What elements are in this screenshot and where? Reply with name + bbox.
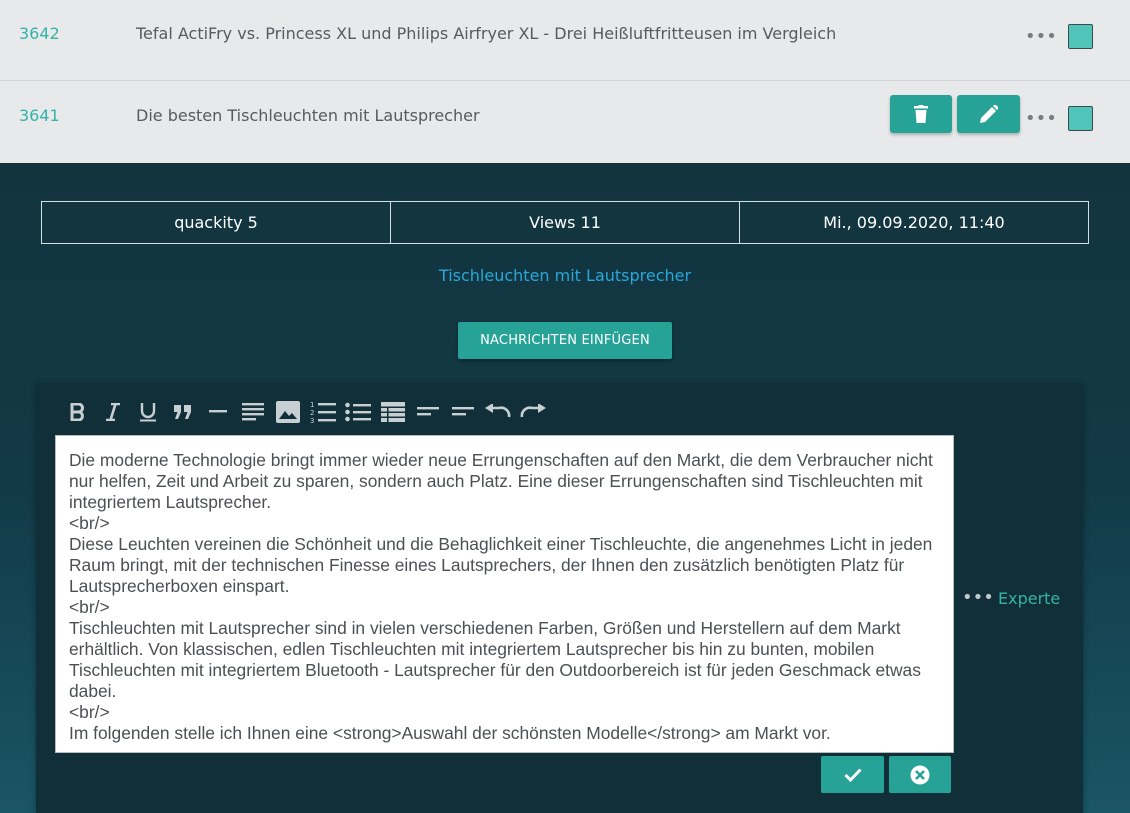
image-icon[interactable] (270, 397, 305, 427)
table-icon[interactable] (375, 397, 410, 427)
article-title[interactable]: Die besten Tischleuchten mit Lautspreche… (136, 106, 480, 125)
more-options-icon[interactable]: ••• (1025, 110, 1057, 128)
confirm-button[interactable] (821, 756, 884, 793)
svg-text:2: 2 (310, 409, 314, 417)
article-info-table: quackity 5 Views 11 Mi., 09.09.2020, 11:… (41, 201, 1089, 244)
ordered-list-icon[interactable]: 123 (305, 397, 340, 427)
expert-mode-link[interactable]: Experte (998, 589, 1060, 608)
views-cell: Views 11 (391, 202, 740, 243)
check-icon (843, 767, 862, 782)
article-title[interactable]: Tefal ActiFry vs. Princess XL und Philip… (136, 24, 836, 43)
edit-button[interactable] (957, 95, 1020, 133)
post-title-link-text[interactable]: Tischleuchten mit Lautsprecher (439, 266, 691, 285)
article-id-link[interactable]: 3642 (19, 24, 60, 43)
list-item[interactable]: 3641 Die besten Tischleuchten mit Lautsp… (0, 82, 1130, 163)
svg-text:1: 1 (310, 401, 314, 409)
align-right-icon[interactable] (445, 397, 480, 427)
post-title-link[interactable]: Tischleuchten mit Lautsprecher (0, 266, 1130, 285)
undo-icon[interactable] (480, 397, 515, 427)
horizontal-rule-icon[interactable] (200, 397, 235, 427)
editor-toolbar: 123 (60, 397, 550, 427)
expert-options-icon[interactable]: ••• (962, 589, 994, 607)
more-options-icon[interactable]: ••• (1025, 28, 1057, 46)
editor-textarea[interactable]: Die moderne Technologie bringt immer wie… (55, 435, 954, 753)
bold-icon[interactable] (60, 397, 95, 427)
date-cell: Mi., 09.09.2020, 11:40 (823, 213, 1005, 232)
trash-icon (914, 105, 928, 123)
list-item[interactable]: 3642 Tefal ActiFry vs. Princess XL und P… (0, 0, 1130, 81)
quote-icon[interactable] (165, 397, 200, 427)
article-list: 3642 Tefal ActiFry vs. Princess XL und P… (0, 0, 1130, 163)
align-justify-icon[interactable] (235, 397, 270, 427)
align-left-icon[interactable] (410, 397, 445, 427)
row-checkbox[interactable] (1068, 24, 1093, 49)
italic-icon[interactable] (95, 397, 130, 427)
insert-messages-button[interactable]: NACHRICHTEN EINFÜGEN (458, 322, 672, 359)
cancel-button[interactable] (889, 756, 951, 793)
pencil-icon (979, 105, 998, 123)
article-id-link[interactable]: 3641 (19, 106, 60, 125)
close-circle-icon (910, 765, 930, 784)
author-cell: quackity 5 (42, 202, 391, 243)
delete-button[interactable] (890, 95, 952, 133)
redo-icon[interactable] (515, 397, 550, 427)
underline-icon[interactable] (130, 397, 165, 427)
unordered-list-icon[interactable] (340, 397, 375, 427)
row-checkbox[interactable] (1068, 106, 1093, 131)
svg-text:3: 3 (310, 417, 314, 423)
